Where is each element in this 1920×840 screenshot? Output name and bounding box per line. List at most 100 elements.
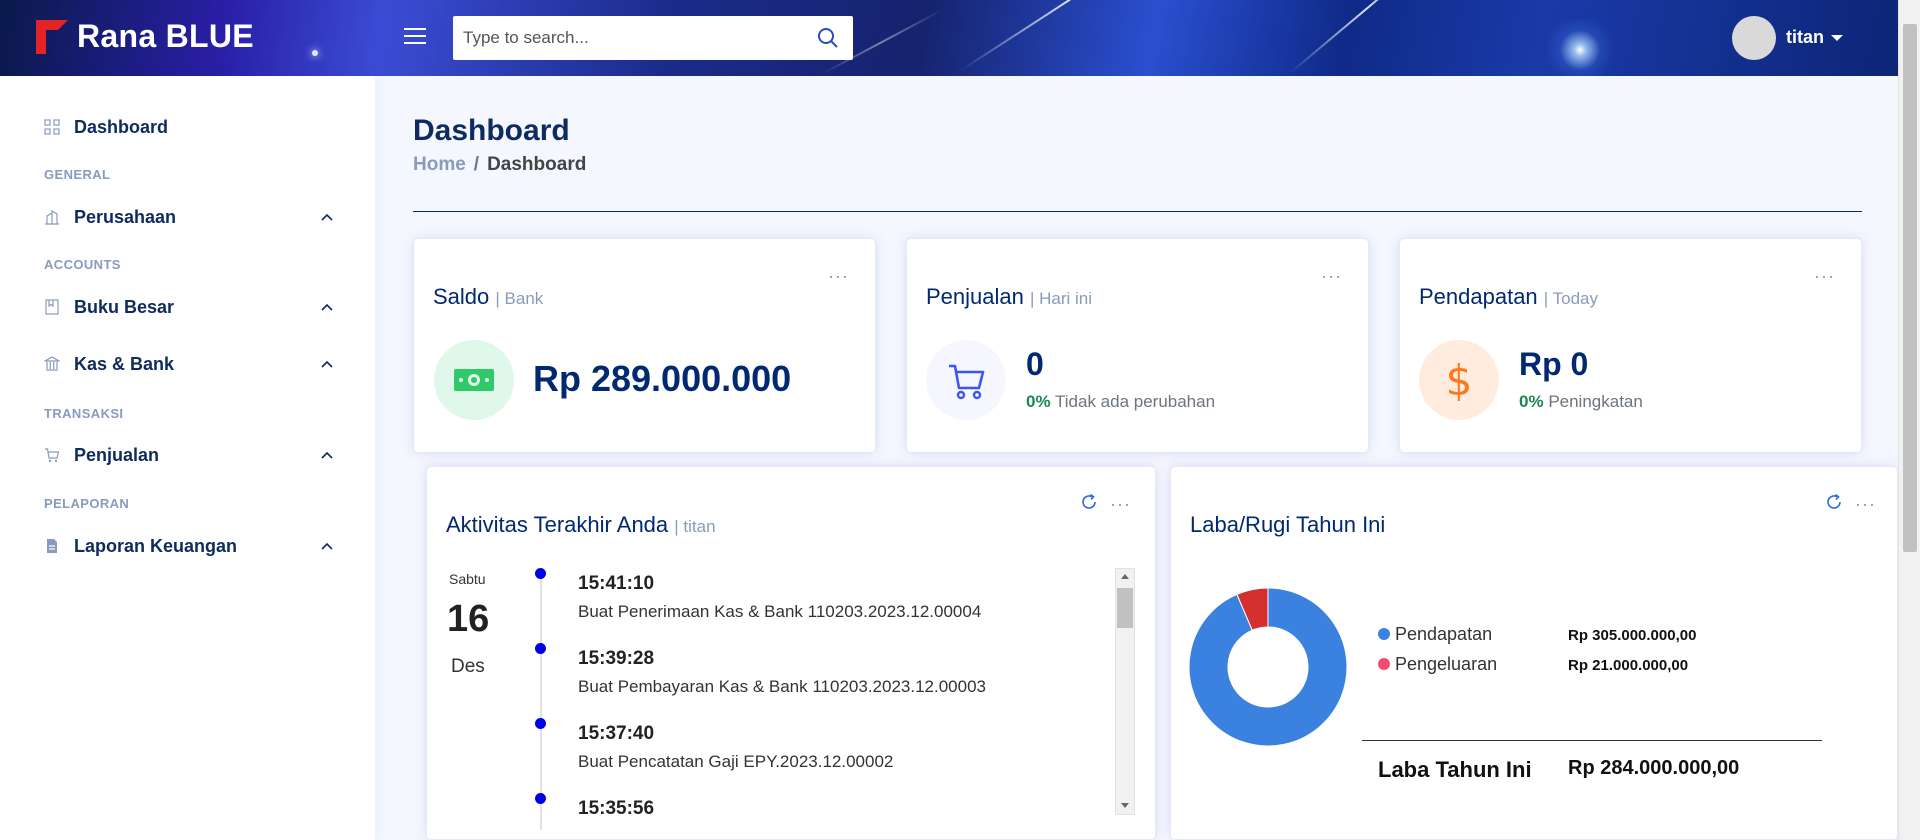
sidebar-item-label: Penjualan <box>74 444 160 465</box>
sidebar-item-label: Perusahaan <box>74 206 177 227</box>
refresh-icon[interactable] <box>1825 493 1843 511</box>
divider <box>1362 740 1822 741</box>
legend-value: Rp 21.000.000,00 <box>1568 657 1689 674</box>
book-icon <box>45 299 59 315</box>
sidebar-item-laporan-keuangan[interactable]: Laporan Keuangan <box>44 531 334 561</box>
penjualan-more-menu[interactable]: ··· <box>1321 266 1342 287</box>
user-name[interactable]: titan <box>1786 27 1824 48</box>
bank-icon <box>44 356 60 371</box>
activity-subtitle: | titan <box>674 517 716 536</box>
page-title: Dashboard <box>413 114 570 147</box>
penjualan-pct: 0% <box>1026 392 1051 411</box>
report-icon <box>47 539 57 553</box>
saldo-card-title: Saldo | Bank <box>433 284 543 310</box>
profit-total-value: Rp 284.000.000,00 <box>1568 757 1740 779</box>
activity-card-title: Aktivitas Terakhir Anda | titan <box>446 512 716 538</box>
chevron-up-icon[interactable] <box>320 300 334 314</box>
scroll-up-icon[interactable] <box>1121 574 1129 579</box>
sidebar-heading-general: GENERAL <box>44 167 111 182</box>
activity-scroll-thumb[interactable] <box>1117 588 1133 628</box>
penjualan-subtitle: | Hari ini <box>1030 289 1093 308</box>
activity-title: Aktivitas Terakhir Anda <box>446 512 669 537</box>
sidebar-heading-pelaporan: PELAPORAN <box>44 496 130 511</box>
divider <box>413 211 1862 212</box>
cash-icon <box>454 369 494 391</box>
top-header: Rana BLUE titan <box>0 0 1920 76</box>
sidebar-item-dashboard[interactable]: Dashboard <box>44 112 334 142</box>
chevron-up-icon[interactable] <box>320 448 334 462</box>
cart-icon <box>45 448 60 463</box>
activity-time: 15:39:28 <box>578 648 655 669</box>
profit-donut-chart <box>1189 588 1347 746</box>
activity-time: 15:37:40 <box>578 723 655 744</box>
timeline-dot <box>535 793 546 804</box>
sidebar-item-buku-besar[interactable]: Buku Besar <box>44 292 334 322</box>
legend-dot-pendapatan <box>1378 628 1390 640</box>
search-icon[interactable] <box>817 27 839 49</box>
saldo-more-menu[interactable]: ··· <box>828 266 849 287</box>
page-scrollbar[interactable] <box>1898 0 1920 840</box>
app-logo-text[interactable]: Rana BLUE <box>77 18 254 55</box>
penjualan-note: 0% Tidak ada perubahan <box>1026 392 1215 412</box>
pendapatan-note-text: Peningkatan <box>1548 392 1643 411</box>
chevron-up-icon[interactable] <box>320 539 334 553</box>
search-box <box>453 16 853 60</box>
logo-icon[interactable] <box>36 20 68 54</box>
breadcrumb: Home / Dashboard <box>413 154 586 176</box>
saldo-title: Saldo <box>433 284 490 309</box>
building-icon <box>45 209 59 225</box>
pendapatan-more-menu[interactable]: ··· <box>1814 266 1835 287</box>
sidebar-heading-accounts: ACCOUNTS <box>44 257 121 272</box>
activity-time: 15:35:56 <box>578 798 655 819</box>
legend-label: Pendapatan <box>1395 624 1493 644</box>
chevron-down-icon[interactable] <box>1831 35 1843 41</box>
activity-month: Des <box>451 656 485 677</box>
pendapatan-title: Pendapatan <box>1419 284 1538 309</box>
pendapatan-icon-circle: $ <box>1419 340 1499 420</box>
pendapatan-pct: 0% <box>1519 392 1544 411</box>
timeline-dot <box>535 643 546 654</box>
breadcrumb-current: Dashboard <box>487 154 587 175</box>
search-input[interactable] <box>453 16 793 60</box>
breadcrumb-separator: / <box>473 154 480 175</box>
profit-more-menu[interactable]: ··· <box>1855 494 1876 515</box>
pendapatan-subtitle: | Today <box>1543 289 1598 308</box>
cart-icon <box>949 364 985 400</box>
avatar[interactable] <box>1732 16 1776 60</box>
activity-day-number: 16 <box>447 598 490 640</box>
pendapatan-card-title: Pendapatan | Today <box>1419 284 1598 310</box>
sidebar-item-label: Laporan Keuangan <box>74 535 238 556</box>
dollar-icon: $ <box>1445 355 1473 405</box>
sidebar-heading-transaksi: TRANSAKSI <box>44 406 124 421</box>
activity-desc: Buat Penerimaan Kas & Bank 110203.2023.1… <box>578 602 982 621</box>
menu-toggle-icon[interactable] <box>404 28 426 46</box>
page-scroll-thumb[interactable] <box>1903 24 1917 552</box>
timeline-dot <box>535 718 546 729</box>
legend-value: Rp 305.000.000,00 <box>1568 627 1697 644</box>
sidebar-item-penjualan[interactable]: Penjualan <box>44 440 334 470</box>
refresh-icon[interactable] <box>1080 493 1098 511</box>
sidebar-item-label: Dashboard <box>74 116 169 137</box>
legend-label: Pengeluaran <box>1395 654 1498 674</box>
sidebar-item-kas-bank[interactable]: Kas & Bank <box>44 349 334 379</box>
scroll-down-icon[interactable] <box>1121 803 1129 808</box>
penjualan-card-title: Penjualan | Hari ini <box>926 284 1092 310</box>
chevron-up-icon[interactable] <box>320 357 334 371</box>
timeline-dot <box>535 568 546 579</box>
activity-desc: Buat Pembayaran Kas & Bank 110203.2023.1… <box>578 677 986 696</box>
pendapatan-value: Rp 0 <box>1519 346 1589 382</box>
breadcrumb-home-link[interactable]: Home <box>413 154 466 175</box>
sidebar-item-label: Kas & Bank <box>74 353 175 374</box>
profit-card-title: Laba/Rugi Tahun Ini <box>1190 512 1386 537</box>
saldo-value: Rp 289.000.000 <box>533 358 792 399</box>
penjualan-title: Penjualan <box>926 284 1024 309</box>
activity-more-menu[interactable]: ··· <box>1110 494 1131 515</box>
penjualan-note-text: Tidak ada perubahan <box>1055 392 1216 411</box>
saldo-subtitle: | Bank <box>495 289 544 308</box>
activity-desc: Buat Pencatatan Gaji EPY.2023.12.00002 <box>578 752 894 771</box>
sidebar-item-perusahaan[interactable]: Perusahaan <box>44 202 334 232</box>
sidebar-item-label: Buku Besar <box>74 296 175 317</box>
penjualan-value: 0 <box>1026 346 1044 382</box>
chevron-up-icon[interactable] <box>320 210 334 224</box>
saldo-icon-circle <box>434 340 514 420</box>
